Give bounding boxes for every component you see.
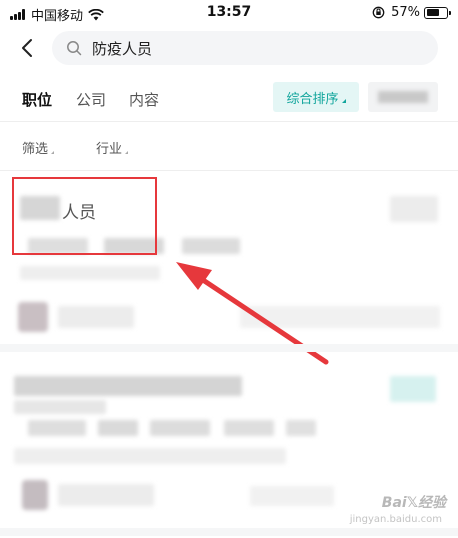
redacted-company — [58, 484, 154, 506]
redacted-tag — [286, 420, 316, 436]
watermark-text: Bai𝕏经验 — [381, 495, 446, 511]
redacted-tag — [98, 420, 138, 436]
redacted-text — [14, 448, 286, 464]
redacted-tag — [224, 420, 274, 436]
redacted-salary — [390, 376, 436, 402]
section-gap — [0, 344, 458, 352]
redacted-tag — [28, 420, 86, 436]
redacted-tag — [150, 420, 210, 436]
redacted-text — [14, 400, 106, 414]
avatar — [22, 480, 48, 510]
watermark-url: jingyan.baidu.com — [349, 514, 442, 525]
redacted-title — [14, 376, 242, 396]
watermark-logo: Bai𝕏经验 jingyan.baidu.com — [321, 490, 446, 534]
